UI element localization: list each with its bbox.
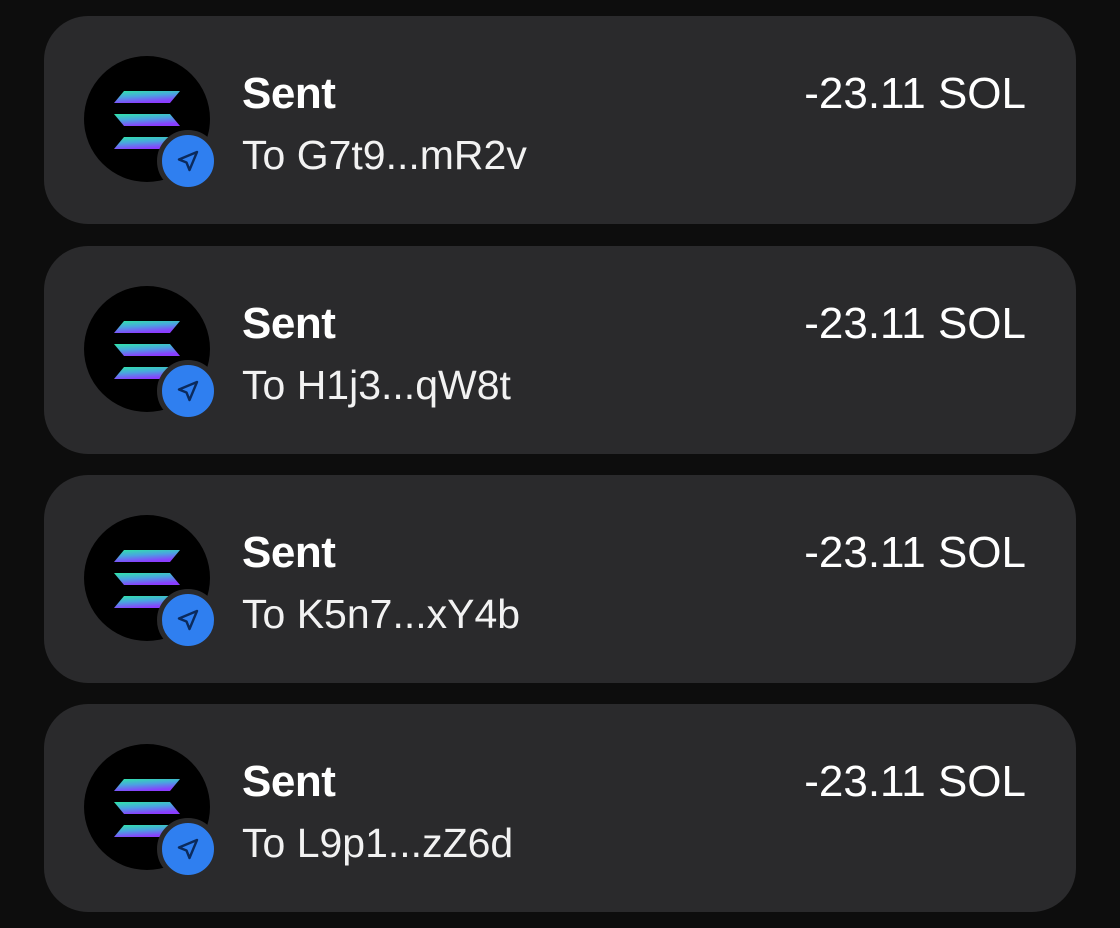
transaction-amount: -23.11 SOL bbox=[804, 69, 1026, 118]
transaction-amount: -23.11 SOL bbox=[804, 528, 1026, 577]
token-avatar bbox=[84, 286, 219, 422]
transaction-item[interactable]: Sent To G7t9...mR2v -23.11 SOL bbox=[44, 16, 1076, 224]
transaction-title: Sent bbox=[242, 69, 336, 118]
transaction-title: Sent bbox=[242, 528, 336, 577]
transaction-item[interactable]: Sent To H1j3...qW8t -23.11 SOL bbox=[44, 246, 1076, 454]
send-badge bbox=[157, 818, 219, 880]
transaction-recipient: To G7t9...mR2v bbox=[242, 132, 527, 178]
send-arrow-icon bbox=[177, 609, 199, 631]
transaction-recipient: To L9p1...zZ6d bbox=[242, 820, 514, 866]
token-avatar bbox=[84, 515, 219, 651]
token-avatar bbox=[84, 56, 219, 192]
transaction-item[interactable]: Sent To K5n7...xY4b -23.11 SOL bbox=[44, 475, 1076, 683]
token-avatar bbox=[84, 744, 219, 880]
send-badge bbox=[157, 589, 219, 651]
send-badge bbox=[157, 130, 219, 192]
transaction-title: Sent bbox=[242, 757, 336, 806]
send-arrow-icon bbox=[177, 150, 199, 172]
transaction-list: Sent To G7t9...mR2v -23.11 SOL Sent To H… bbox=[0, 0, 1120, 928]
transaction-recipient: To H1j3...qW8t bbox=[242, 362, 511, 408]
send-arrow-icon bbox=[177, 838, 199, 860]
transaction-recipient: To K5n7...xY4b bbox=[242, 591, 521, 637]
transaction-item[interactable]: Sent To L9p1...zZ6d -23.11 SOL bbox=[44, 704, 1076, 912]
transaction-amount: -23.11 SOL bbox=[804, 757, 1026, 806]
send-badge bbox=[157, 360, 219, 422]
send-arrow-icon bbox=[177, 380, 199, 402]
transaction-amount: -23.11 SOL bbox=[804, 299, 1026, 348]
transaction-title: Sent bbox=[242, 299, 336, 348]
